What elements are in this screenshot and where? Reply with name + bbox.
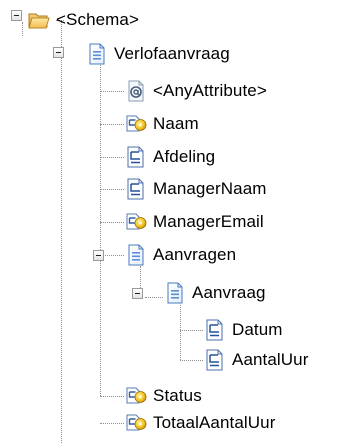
- schema-tree: <Schema> Verlofaanvraag <AnyAttribute> N…: [0, 0, 352, 443]
- node-label: AantalUur: [232, 350, 309, 369]
- collapse-schema-toggle[interactable]: [11, 10, 22, 21]
- node-label: Aanvraag: [192, 283, 266, 302]
- tree-connector: [100, 189, 124, 190]
- tree-connector: [100, 222, 124, 223]
- tree-connector: [180, 360, 203, 361]
- tree-node-verlofaanvraag[interactable]: Verlofaanvraag: [86, 41, 230, 67]
- tree-node-totaalaantaluur[interactable]: TotaalAantalUur: [125, 410, 275, 436]
- node-label: ManagerNaam: [153, 179, 267, 198]
- key-element-icon: [125, 211, 147, 233]
- node-label: ManagerEmail: [153, 212, 264, 231]
- folder-open-icon: [28, 9, 50, 31]
- document-icon: [164, 282, 186, 304]
- tree-node-afdeling[interactable]: Afdeling: [125, 144, 215, 170]
- node-label: Status: [153, 386, 202, 405]
- key-element-icon: [125, 385, 147, 407]
- tree-node-manageremail[interactable]: ManagerEmail: [125, 209, 264, 235]
- tree-node-datum[interactable]: Datum: [204, 317, 283, 343]
- node-label: Naam: [153, 114, 199, 133]
- document-icon: [86, 43, 108, 65]
- element-icon: [204, 349, 226, 371]
- tree-node-anyattribute[interactable]: <AnyAttribute>: [125, 78, 267, 104]
- tree-connector: [100, 396, 124, 397]
- tree-node-naam[interactable]: Naam: [125, 111, 199, 137]
- node-label: Aanvragen: [153, 245, 237, 264]
- tree-connector: [61, 20, 62, 443]
- tree-node-aanvraag[interactable]: Aanvraag: [164, 280, 266, 306]
- node-label: Verlofaanvraag: [114, 44, 230, 63]
- tree-connector: [100, 157, 124, 158]
- key-element-icon: [125, 412, 147, 434]
- tree-connector: [145, 297, 163, 298]
- key-element-icon: [125, 113, 147, 135]
- tree-connector: [100, 423, 124, 424]
- collapse-aanvragen-toggle[interactable]: [93, 250, 104, 261]
- tree-node-aanvragen[interactable]: Aanvragen: [125, 242, 236, 268]
- tree-node-status[interactable]: Status: [125, 383, 202, 409]
- tree-connector: [22, 22, 23, 36]
- node-label: TotaalAantalUur: [153, 413, 276, 432]
- node-label: Afdeling: [153, 147, 216, 166]
- node-label: <AnyAttribute>: [153, 81, 267, 100]
- tree-node-managernaam[interactable]: ManagerNaam: [125, 176, 267, 202]
- tree-connector: [105, 255, 124, 256]
- tree-node-schema[interactable]: <Schema>: [28, 7, 139, 33]
- node-label: Datum: [232, 320, 283, 339]
- element-icon: [204, 319, 226, 341]
- tree-connector: [100, 91, 124, 92]
- tree-connector: [180, 330, 203, 331]
- node-label: <Schema>: [56, 10, 140, 29]
- element-icon: [125, 178, 147, 200]
- tree-connector: [100, 60, 101, 396]
- tree-connector: [100, 124, 124, 125]
- tree-node-aantaluur[interactable]: AantalUur: [204, 347, 309, 373]
- document-icon: [125, 244, 147, 266]
- collapse-verlofaanvraag-toggle[interactable]: [53, 47, 64, 58]
- collapse-aanvraag-toggle[interactable]: [132, 288, 143, 299]
- tree-connector: [180, 305, 181, 360]
- element-icon: [125, 146, 147, 168]
- at-attribute-icon: [125, 80, 147, 102]
